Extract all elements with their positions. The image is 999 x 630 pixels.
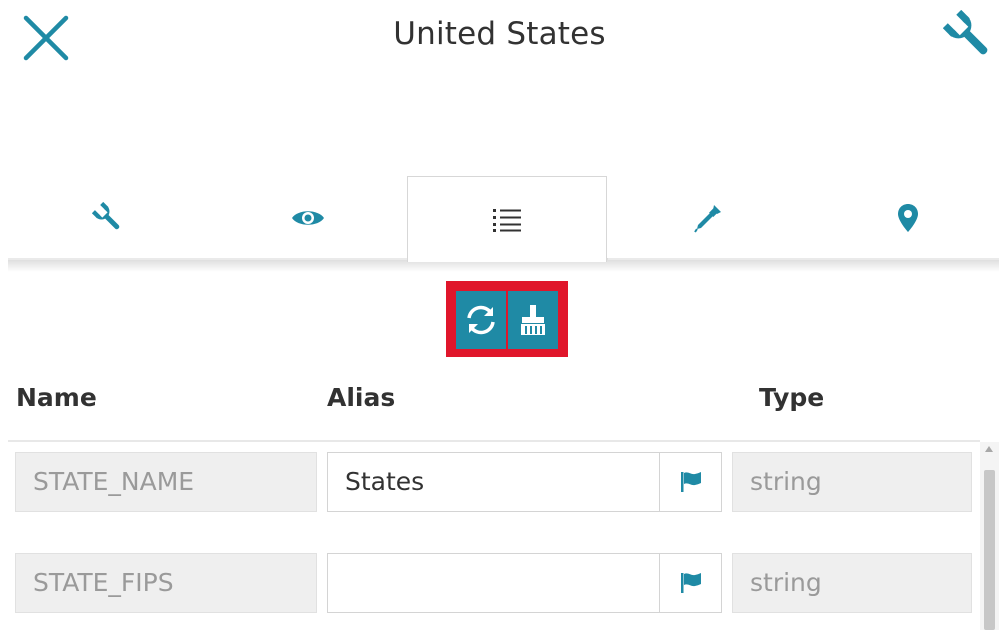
field-type-input: string: [732, 452, 972, 512]
eye-icon: [292, 211, 324, 225]
tab-configuration[interactable]: [8, 176, 208, 260]
wrench-icon: [942, 9, 988, 55]
field-name-input: STATE_NAME: [15, 452, 317, 512]
column-header-alias: Alias: [327, 383, 396, 412]
map-marker-icon: [898, 204, 918, 232]
panel-title: United States: [393, 16, 606, 52]
tab-bar: [8, 176, 999, 262]
wrench-icon: [92, 202, 120, 230]
flag-button[interactable]: [659, 553, 722, 613]
broom-icon: [521, 305, 545, 335]
field-alias-input[interactable]: States: [327, 452, 660, 512]
column-header-type: Type: [759, 383, 825, 412]
panel-header: United States: [0, 0, 999, 80]
tab-fields[interactable]: [407, 176, 607, 262]
header-divider: [8, 440, 980, 442]
tab-symbology[interactable]: [608, 176, 808, 260]
eyedropper-icon: [694, 205, 721, 233]
settings-button[interactable]: [942, 9, 995, 62]
flag-button[interactable]: [659, 452, 722, 512]
scrollbar-thumb[interactable]: [984, 470, 995, 630]
clear-button[interactable]: [508, 291, 558, 349]
field-alias-input[interactable]: [327, 553, 660, 613]
scroll-up-arrow-icon[interactable]: [985, 446, 993, 452]
flag-icon: [680, 573, 701, 593]
column-header-name: Name: [16, 383, 97, 412]
field-type-input: string: [732, 553, 972, 613]
tab-location[interactable]: [808, 176, 999, 260]
refresh-icon: [467, 305, 495, 335]
field-name-input: STATE_FIPS: [15, 553, 317, 613]
list-icon: [493, 208, 521, 232]
refresh-button[interactable]: [456, 291, 506, 349]
layer-properties-panel: United States Name Alias Type STATE_NAME…: [0, 0, 999, 630]
flag-icon: [680, 472, 701, 492]
tab-visibility[interactable]: [208, 176, 408, 260]
